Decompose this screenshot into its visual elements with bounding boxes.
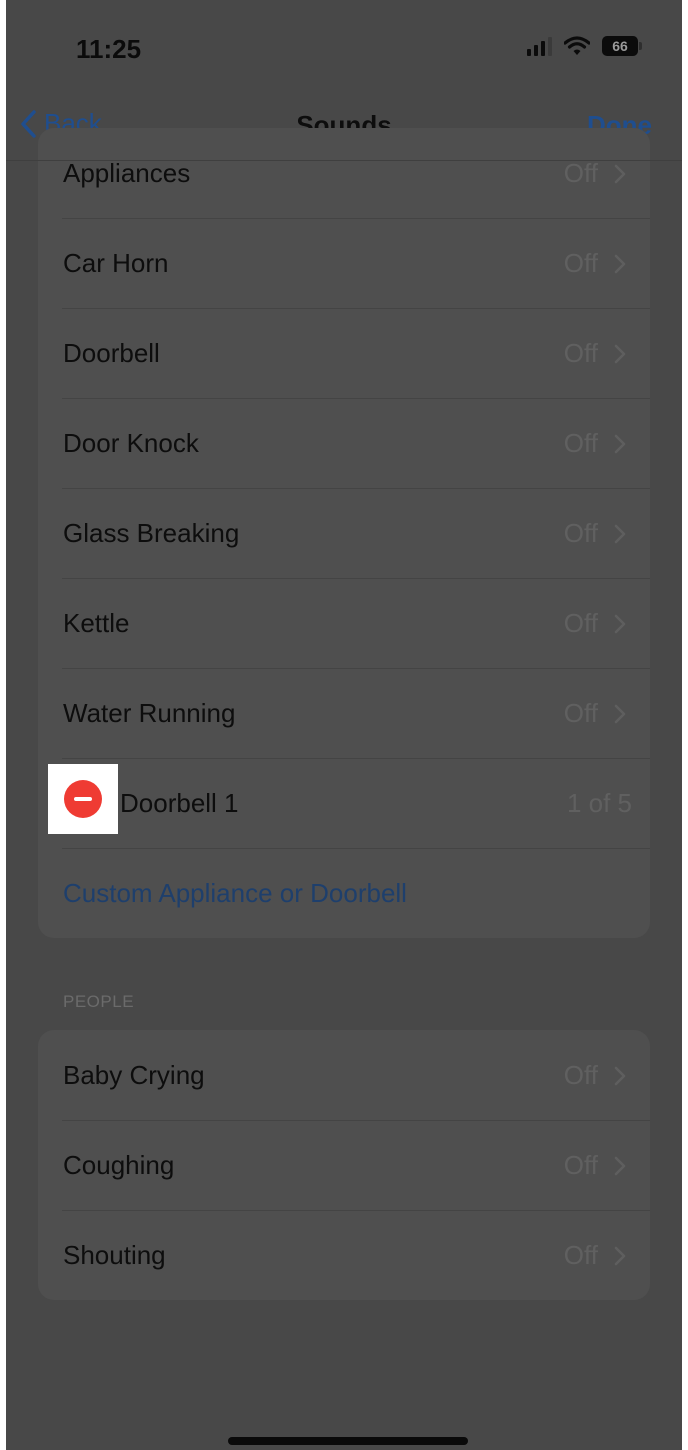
row-value: Off	[563, 338, 598, 368]
phone-screen: 11:25 66 Back Sounds Done Appliances Off…	[6, 0, 682, 1450]
row-value: Off	[563, 608, 598, 638]
chevron-right-icon	[614, 524, 626, 544]
list-item-appliances[interactable]: Appliances Off	[38, 128, 650, 218]
status-icons: 66	[527, 36, 642, 56]
chevron-right-icon	[614, 164, 626, 184]
chevron-right-icon	[614, 704, 626, 724]
home-indicator[interactable]	[228, 1437, 468, 1445]
row-label: Car Horn	[63, 248, 169, 278]
list-item-doorbell[interactable]: Doorbell Off	[38, 308, 650, 398]
row-value: Off	[563, 698, 598, 728]
section-header-people: PEOPLE	[63, 992, 135, 1011]
list-item-coughing[interactable]: Coughing Off	[38, 1120, 650, 1210]
delete-button-highlight[interactable]	[48, 764, 118, 834]
chevron-right-icon	[614, 434, 626, 454]
row-label: Glass Breaking	[63, 518, 240, 548]
row-label: Baby Crying	[63, 1060, 205, 1090]
row-label: Shouting	[63, 1240, 166, 1270]
row-value: Off	[563, 1060, 598, 1090]
chevron-right-icon	[614, 1156, 626, 1176]
row-value: Off	[563, 1240, 598, 1270]
chevron-right-icon	[614, 344, 626, 364]
row-label: Appliances	[63, 158, 191, 188]
add-custom-sound-row[interactable]: Custom Appliance or Doorbell	[38, 848, 650, 938]
row-value: 1 of 5	[566, 788, 632, 818]
row-label: Door Knock	[63, 428, 199, 458]
chevron-right-icon	[614, 1246, 626, 1266]
row-value: Off	[563, 1150, 598, 1180]
row-value: Off	[563, 158, 598, 188]
battery-icon: 66	[602, 36, 642, 56]
chevron-right-icon	[614, 614, 626, 634]
appliances-group: Appliances Off Car Horn Off Doorbell Off…	[38, 128, 650, 938]
chevron-right-icon	[614, 254, 626, 274]
list-item-shouting[interactable]: Shouting Off	[38, 1210, 650, 1300]
list-item-water-running[interactable]: Water Running Off	[38, 668, 650, 758]
list-item-baby-crying[interactable]: Baby Crying Off	[38, 1030, 650, 1120]
add-custom-sound-link[interactable]: Custom Appliance or Doorbell	[63, 848, 407, 938]
row-label: Coughing	[63, 1150, 175, 1180]
row-value: Off	[563, 518, 598, 548]
status-time: 11:25	[76, 34, 142, 64]
status-bar: 11:25 66	[6, 0, 682, 100]
row-label: Kettle	[63, 608, 130, 638]
list-item-custom-doorbell[interactable]: Doorbell 1 1 of 5	[38, 758, 650, 848]
list-item-car-horn[interactable]: Car Horn Off	[38, 218, 650, 308]
battery-level: 66	[612, 38, 628, 54]
delete-minus-icon[interactable]	[64, 780, 102, 818]
nav-divider	[6, 160, 682, 161]
chevron-right-icon	[614, 1066, 626, 1086]
list-item-door-knock[interactable]: Door Knock Off	[38, 398, 650, 488]
row-label: Water Running	[63, 698, 236, 728]
people-group: Baby Crying Off Coughing Off Shouting Of…	[38, 1030, 650, 1300]
list-item-kettle[interactable]: Kettle Off	[38, 578, 650, 668]
row-value: Off	[563, 428, 598, 458]
wifi-icon	[564, 36, 590, 56]
list-item-glass-breaking[interactable]: Glass Breaking Off	[38, 488, 650, 578]
signal-icon	[527, 36, 552, 56]
row-label: Doorbell	[63, 338, 160, 368]
row-label: Doorbell 1	[120, 788, 239, 818]
row-value: Off	[563, 248, 598, 278]
